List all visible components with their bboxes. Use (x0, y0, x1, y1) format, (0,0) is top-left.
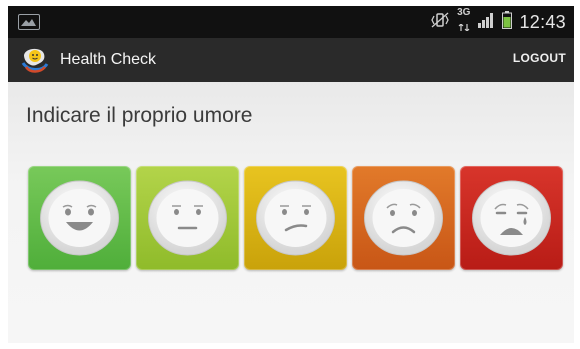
signal-strength-icon (477, 12, 495, 33)
data-arrows-icon (457, 18, 470, 36)
phone-screen: 3G 12:43 Health Check LOGOUT Indicare il… (8, 6, 574, 343)
very-happy-face-icon (40, 180, 119, 256)
mood-very-happy-button[interactable] (28, 166, 131, 270)
mood-neutral-button[interactable] (244, 166, 347, 270)
sad-face-icon (364, 180, 443, 256)
neutral-face-icon (256, 180, 335, 256)
battery-icon (502, 10, 513, 34)
status-bar: 3G 12:43 (8, 6, 574, 38)
main-content: Indicare il proprio umore (8, 82, 574, 343)
content-face-icon (148, 180, 227, 256)
network-type-label: 3G (457, 7, 471, 18)
mood-selector (28, 166, 568, 270)
mood-very-sad-button[interactable] (460, 166, 563, 270)
status-time: 12:43 (519, 11, 566, 32)
mood-sad-button[interactable] (352, 166, 455, 270)
logout-button[interactable]: LOGOUT (513, 51, 566, 65)
app-title: Health Check (60, 51, 157, 68)
health-check-logo-icon[interactable] (20, 45, 50, 75)
network-type-indicator: 3G (457, 8, 470, 36)
action-bar: Health Check LOGOUT (8, 38, 574, 82)
mood-happy-button[interactable] (136, 166, 239, 270)
mood-prompt: Indicare il proprio umore (26, 104, 253, 127)
gallery-notification-icon (18, 14, 40, 30)
crying-face-icon (472, 180, 551, 256)
vibrate-mute-icon (430, 12, 450, 33)
